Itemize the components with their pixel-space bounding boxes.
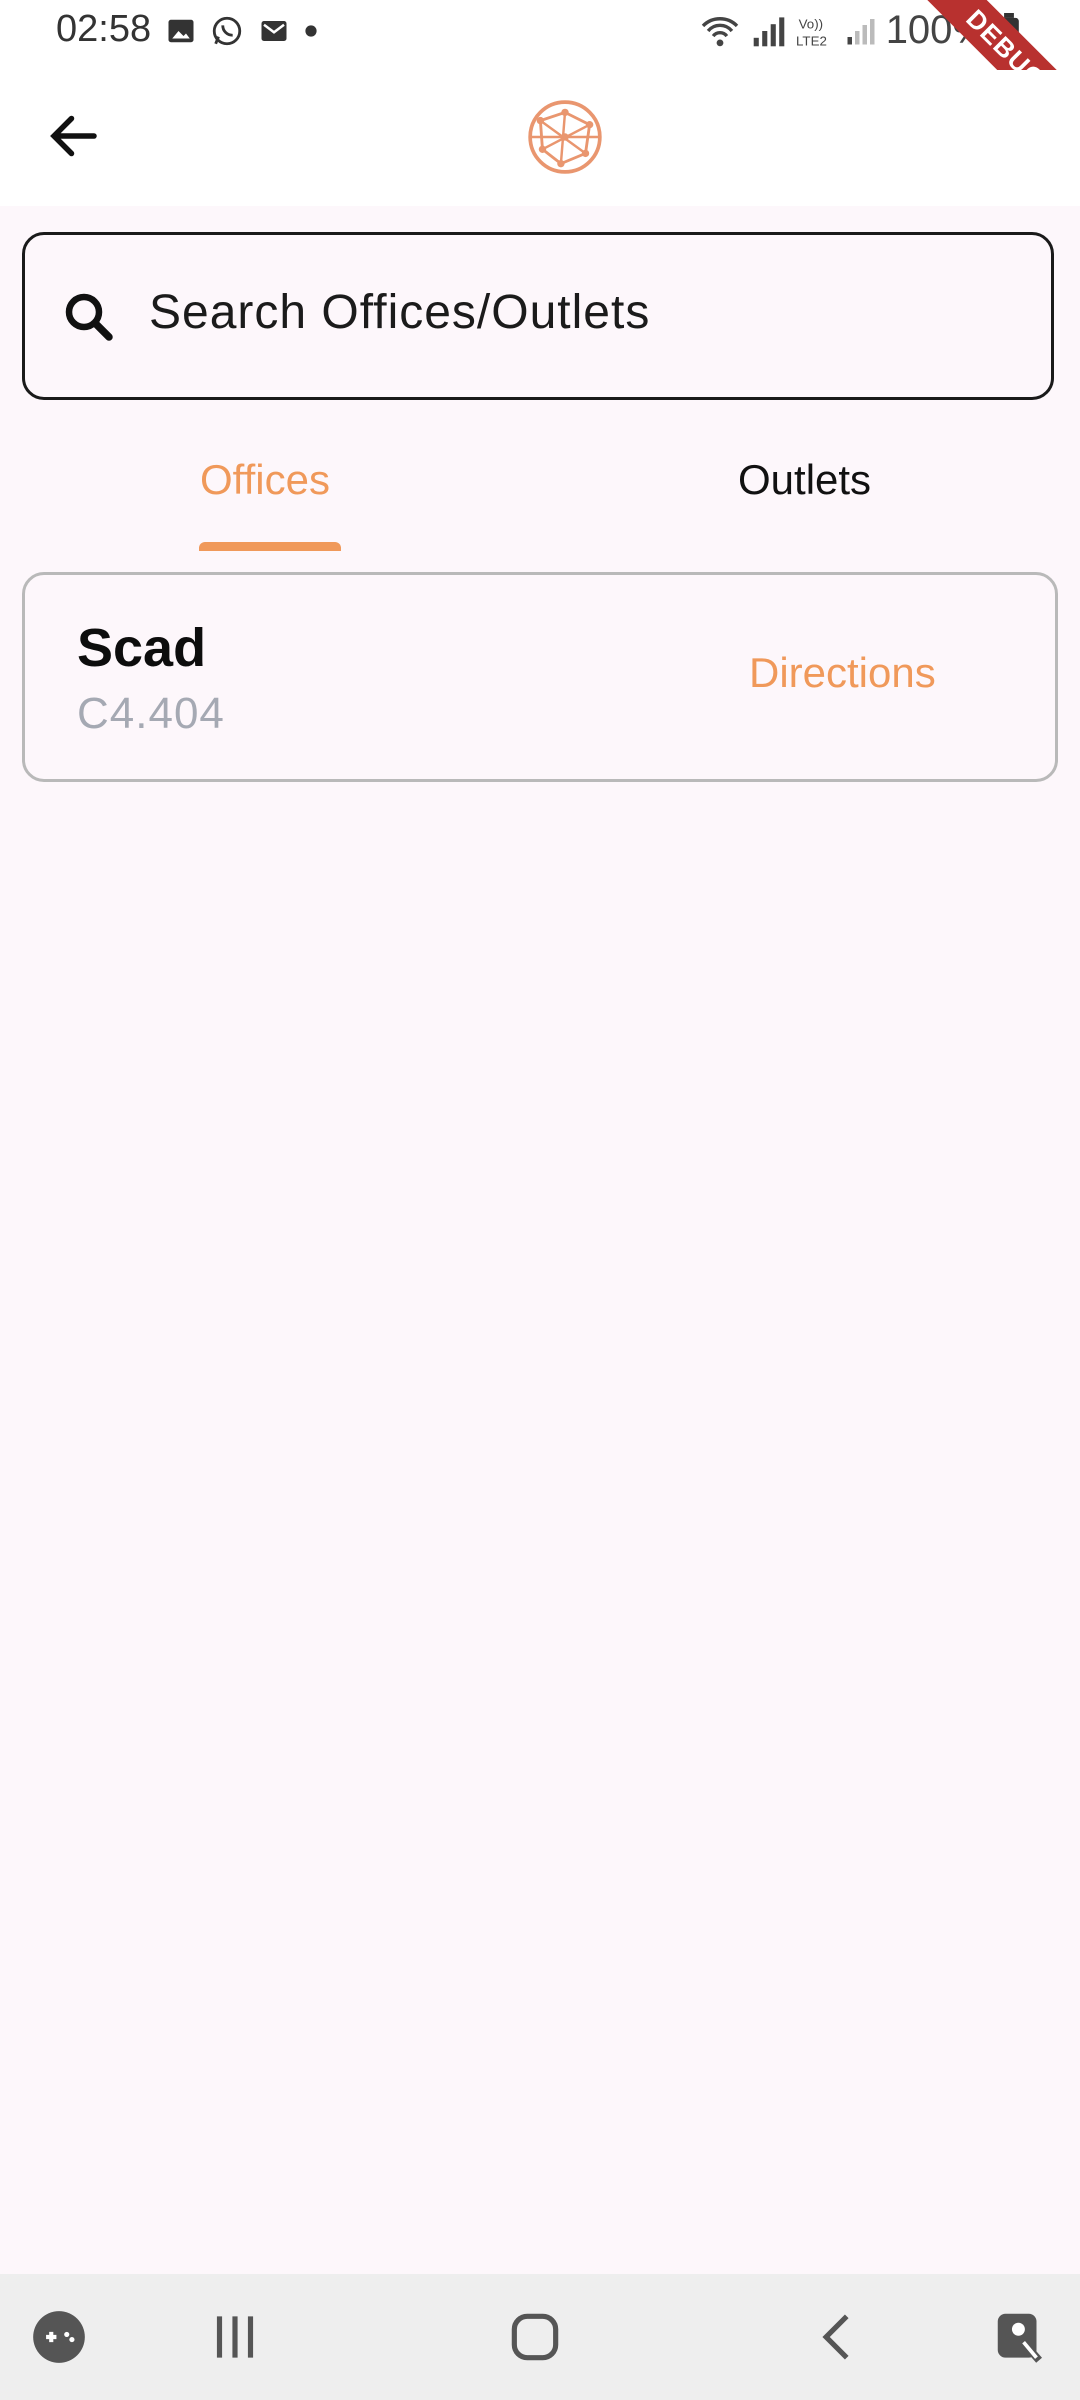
whatsapp-icon (212, 16, 242, 46)
svg-text:LTE2: LTE2 (796, 33, 827, 48)
svg-text:Vo)): Vo)) (798, 16, 822, 31)
dot-icon (305, 25, 317, 37)
back-icon[interactable] (808, 2306, 870, 2368)
search-input[interactable]: Search Offices/Outlets (22, 232, 1054, 400)
directions-button[interactable]: Directions (749, 649, 936, 697)
search-placeholder: Search Offices/Outlets (149, 286, 651, 339)
game-launcher-icon[interactable] (28, 2306, 90, 2368)
tab-indicator (199, 542, 341, 551)
office-code: C4.404 (77, 689, 225, 738)
office-name: Scad (77, 618, 207, 678)
status-time: 02:58 (56, 8, 152, 50)
tab-offices[interactable]: Offices (200, 456, 330, 504)
app-bar (0, 70, 1080, 206)
mail-icon (261, 21, 287, 41)
tab-bar: Offices Outlets (0, 420, 1080, 551)
volte-icon: Vo)) LTE2 (796, 16, 827, 48)
search-icon (65, 293, 113, 341)
home-icon[interactable] (504, 2306, 566, 2368)
recents-icon[interactable] (204, 2306, 266, 2368)
system-nav-bar (0, 2274, 1080, 2400)
status-bar: 02:58 Vo)) LTE2 100% (0, 0, 1080, 70)
signal-icon (753, 16, 784, 46)
arrow-left-icon[interactable] (44, 106, 104, 166)
tab-outlets[interactable]: Outlets (738, 456, 871, 504)
notification-icons (166, 14, 318, 48)
wifi-icon (701, 16, 738, 46)
signal-icon-2 (847, 18, 875, 44)
globe-network-icon (528, 100, 602, 174)
assistant-icon[interactable] (990, 2306, 1052, 2368)
image-icon (168, 19, 194, 43)
office-card[interactable]: Scad C4.404 Directions (22, 572, 1058, 782)
